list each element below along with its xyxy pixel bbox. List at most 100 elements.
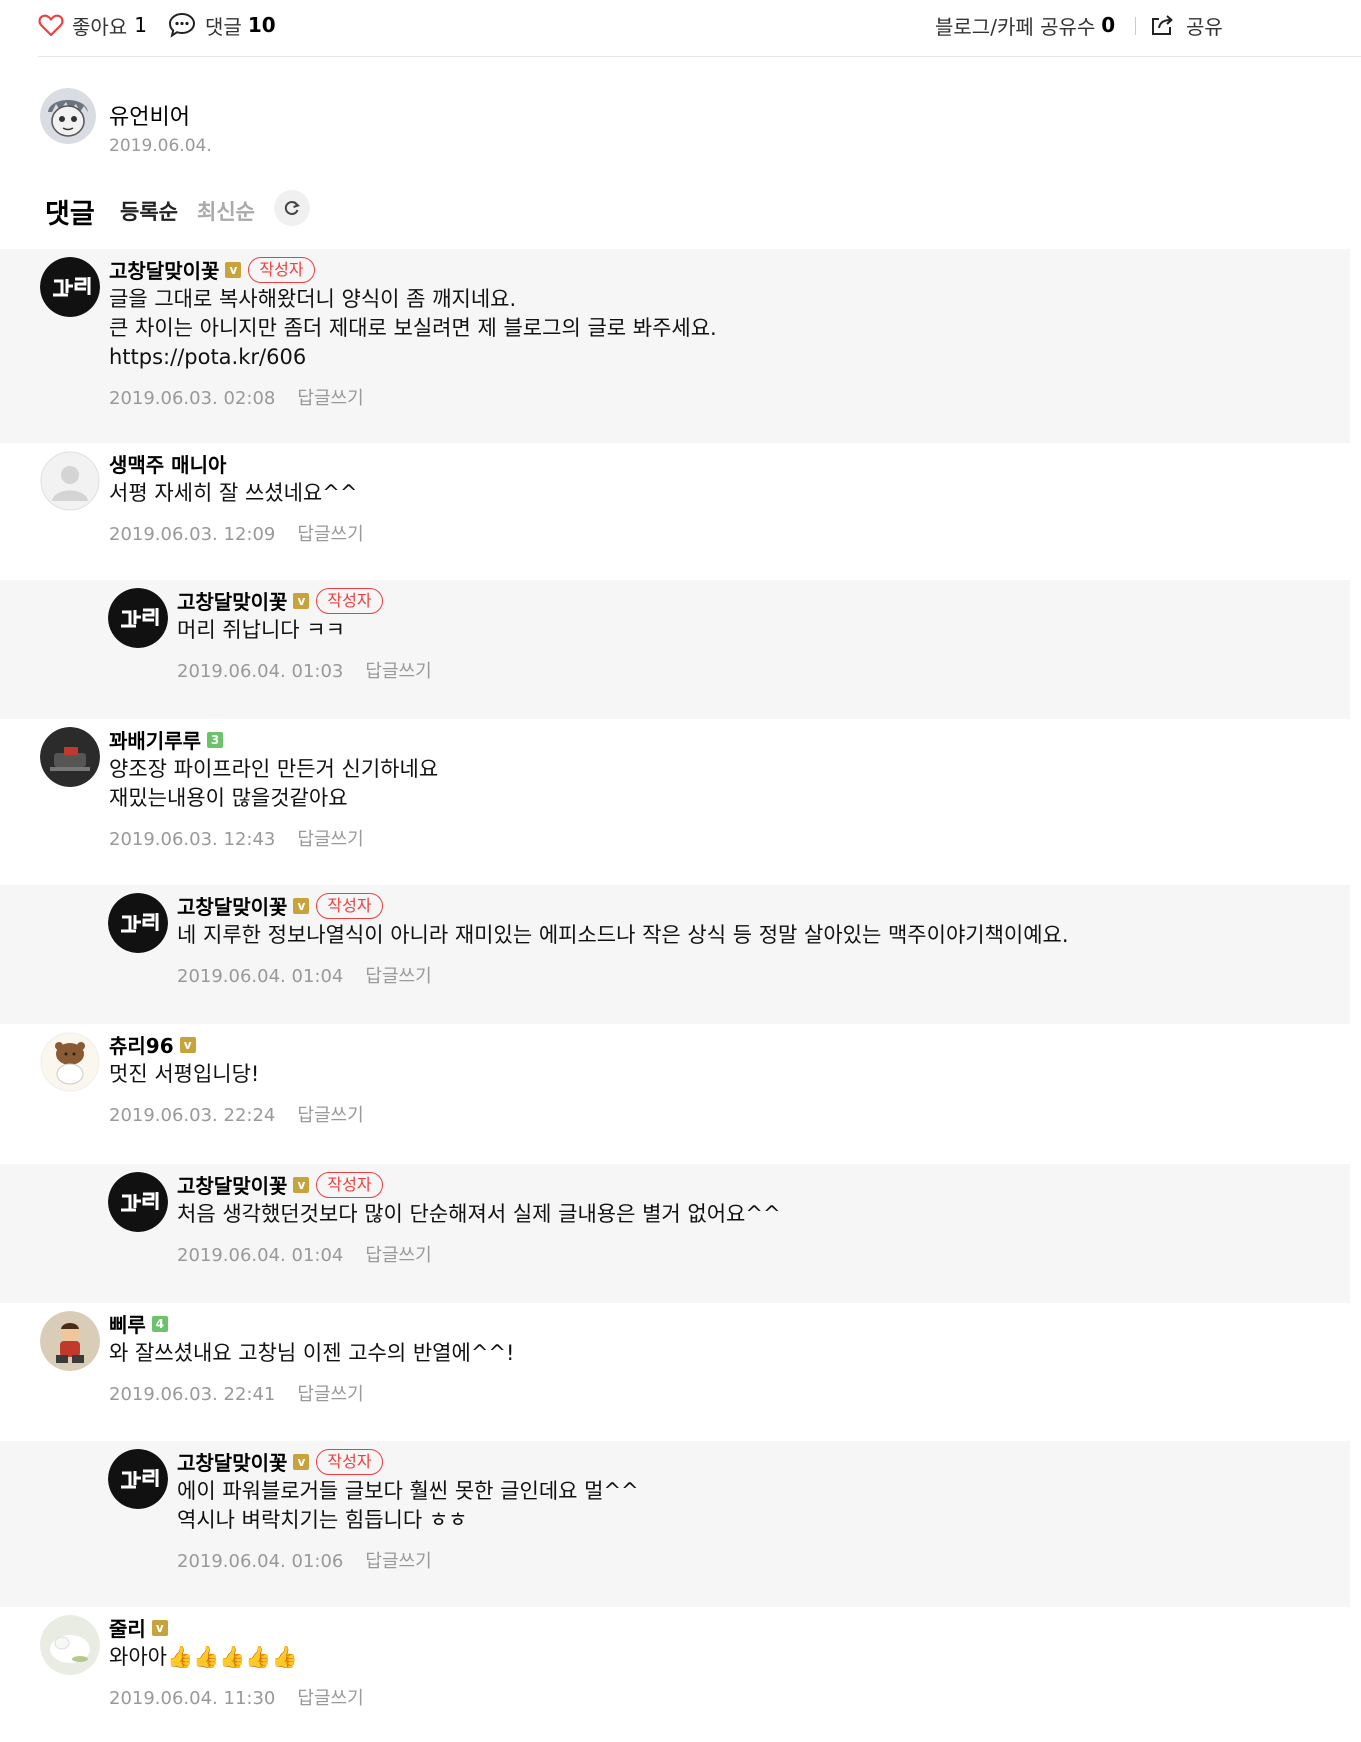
avatar[interactable] — [40, 451, 100, 511]
verified-badge-icon: v — [293, 592, 310, 609]
comment-date: 2019.06.03. 22:41 — [109, 1384, 276, 1405]
avatar[interactable] — [108, 1449, 168, 1509]
comment-author: 줄리 v — [109, 1613, 168, 1642]
reply-button[interactable]: 답글쓰기 — [365, 966, 431, 987]
comment-date: 2019.06.03. 22:24 — [109, 1105, 276, 1126]
comment-text: 와 잘쓰셨내요 고창님 이젠 고수의 반열에^^! — [109, 1341, 515, 1365]
comment-author-name[interactable]: 고창달맞이꽃 — [177, 1447, 287, 1476]
share-button[interactable]: 공유 — [1150, 10, 1223, 40]
level-badge-icon: 4 — [151, 1315, 168, 1332]
comment-date: 2019.06.04. 01:03 — [177, 661, 344, 682]
verified-badge-icon: v — [179, 1036, 196, 1053]
comment-author-name[interactable]: 줄리 — [109, 1613, 146, 1642]
comment-author-name[interactable]: 고창달맞이꽃 — [177, 586, 287, 615]
comment-meta: 2019.06.04. 01:06 답글쓰기 — [177, 1547, 432, 1573]
reply-button[interactable]: 답글쓰기 — [297, 1688, 363, 1709]
reply-comment: 고창달맞이꽃 v 작성자 처음 생각했던것보다 많이 단순해져서 실제 글내용은 별거… — [0, 1164, 1350, 1303]
comment-author-name[interactable]: 고창달맞이꽃 — [109, 255, 219, 284]
share-icon — [1152, 15, 1173, 35]
comment-meta: 2019.06.03. 12:43 답글쓰기 — [109, 825, 364, 851]
comment-item: 츄리96 v 멋진 서평입니당! 2019.06.03. 22:24 답글쓰기 — [0, 1024, 1350, 1164]
comment-author: 츄리96 v — [109, 1030, 196, 1059]
verified-badge-icon: v — [293, 1453, 310, 1470]
comment-author-name[interactable]: 꽈배기루루 — [109, 725, 201, 754]
verified-badge-icon: v — [293, 897, 310, 914]
comment-date: 2019.06.03. 12:43 — [109, 829, 276, 850]
avatar[interactable] — [40, 1311, 100, 1371]
comment-date: 2019.06.04. 01:04 — [177, 1245, 344, 1266]
avatar[interactable] — [40, 727, 100, 787]
post-action-bar: 좋아요 1 댓글 10 블로그/카페 공유수 0 공유 — [38, 0, 1361, 57]
comment-text: 글을 그대로 복사해왔더니 양식이 좀 깨지네요. 큰 차이는 아니지만 좀더 … — [109, 287, 717, 369]
comment-author: 생맥주 매니아 — [109, 449, 226, 478]
reply-button[interactable]: 답글쓰기 — [297, 829, 363, 850]
comment-count: 10 — [247, 13, 276, 37]
author-badge: 작성자 — [248, 256, 315, 283]
avatar[interactable] — [40, 257, 100, 317]
comment-author: 고창달맞이꽃 v 작성자 — [177, 891, 383, 920]
comment-text: 네 지루한 정보나열식이 아니라 재미있는 에피소드나 작은 상식 등 정말 살… — [177, 923, 1069, 947]
comment-text: 멋진 서평입니당! — [109, 1062, 260, 1086]
avatar[interactable] — [108, 893, 168, 953]
reply-button[interactable]: 답글쓰기 — [297, 524, 363, 545]
share-label: 공유 — [1186, 14, 1223, 39]
like-count: 1 — [134, 13, 147, 37]
speech-bubble-icon — [168, 12, 196, 38]
reply-button[interactable]: 답글쓰기 — [365, 661, 431, 682]
comment-meta: 2019.06.04. 01:04 답글쓰기 — [177, 1241, 432, 1267]
avatar[interactable] — [108, 1172, 168, 1232]
author-badge: 작성자 — [316, 892, 383, 919]
share-count-label: 블로그/카페 공유수 — [935, 14, 1096, 39]
comment-text: 서평 자세히 잘 쓰셨네요^^ — [109, 481, 358, 505]
comment-author-name[interactable]: 고창달맞이꽃 — [177, 1170, 287, 1199]
reply-button[interactable]: 답글쓰기 — [297, 1105, 363, 1126]
reply-button[interactable]: 답글쓰기 — [297, 1384, 363, 1405]
reply-comment: 고창달맞이꽃 v 작성자 에이 파워블로거들 글보다 훨씬 못한 글인데요 멀^^ 역… — [0, 1441, 1350, 1607]
refresh-icon — [284, 201, 300, 215]
comment-author-name[interactable]: 삐루 — [109, 1309, 146, 1338]
author-badge: 작성자 — [316, 587, 383, 614]
author-badge: 작성자 — [316, 1448, 383, 1475]
avatar[interactable] — [108, 588, 168, 648]
verified-badge-icon: v — [151, 1619, 168, 1636]
divider — [1135, 17, 1136, 35]
verified-badge-icon: v — [225, 261, 242, 278]
comment-author: 삐루 4 — [109, 1309, 168, 1338]
comment-author: 고창달맞이꽃 v 작성자 — [177, 1447, 383, 1476]
comment-author: 고창달맞이꽃 v 작성자 — [109, 255, 315, 284]
comment-text: 와아아👍👍👍👍👍 — [109, 1645, 298, 1669]
reply-button[interactable]: 답글쓰기 — [297, 388, 363, 409]
reply-button[interactable]: 답글쓰기 — [365, 1551, 431, 1572]
comment-meta: 2019.06.04. 01:03 답글쓰기 — [177, 657, 432, 683]
like-label: 좋아요 — [72, 14, 128, 39]
comments-header: 댓글 등록순 최신순 — [45, 190, 445, 230]
avatar[interactable] — [40, 88, 96, 144]
comments-title: 댓글 — [45, 199, 95, 230]
avatar[interactable] — [40, 1032, 100, 1092]
comment-author: 고창달맞이꽃 v 작성자 — [177, 586, 383, 615]
post-author-name[interactable]: 유언비어 — [109, 99, 190, 131]
level-badge-icon: 3 — [207, 731, 223, 748]
comment-text: 양조장 파이프라인 만든거 신기하네요 재밌는내용이 많을것같아요 — [109, 757, 439, 810]
comment-author-name[interactable]: 고창달맞이꽃 — [177, 891, 287, 920]
like-button[interactable]: 좋아요 1 — [38, 10, 147, 40]
comment-date: 2019.06.03. 12:09 — [109, 524, 276, 545]
sort-latest-button[interactable]: 최신순 — [197, 196, 255, 226]
reply-comment: 고창달맞이꽃 v 작성자네 지루한 정보나열식이 아니라 재미있는 에피소드나 작은… — [0, 885, 1350, 1024]
refresh-button[interactable] — [274, 190, 310, 226]
comment-meta: 2019.06.04. 01:04 답글쓰기 — [177, 962, 432, 988]
sort-registered-button[interactable]: 등록순 — [120, 196, 178, 226]
avatar[interactable] — [40, 1615, 100, 1675]
comment-date: 2019.06.04. 01:04 — [177, 966, 344, 987]
author-badge: 작성자 — [316, 1171, 383, 1198]
comment-button[interactable]: 댓글 10 — [168, 10, 276, 40]
comment-date: 2019.06.03. 02:08 — [109, 388, 276, 409]
comment-item: 생맥주 매니아서평 자세히 잘 쓰셨네요^^ 2019.06.03. 12:09 답… — [0, 443, 1350, 580]
post-date: 2019.06.04. — [109, 136, 212, 156]
comment-item: 꽈배기루루 3 양조장 파이프라인 만든거 신기하네요 재밌는내용이 많을것같아요 2… — [0, 719, 1350, 885]
reply-comment: 고창달맞이꽃 v 작성자 머리 쥐납니다 ㅋㅋ 2019.06.04. 01:03 답글쓰… — [0, 580, 1350, 719]
reply-button[interactable]: 답글쓰기 — [365, 1245, 431, 1266]
verified-badge-icon: v — [293, 1176, 310, 1193]
comment-author-name[interactable]: 생맥주 매니아 — [109, 449, 226, 478]
comment-author-name[interactable]: 츄리96 — [109, 1030, 174, 1059]
